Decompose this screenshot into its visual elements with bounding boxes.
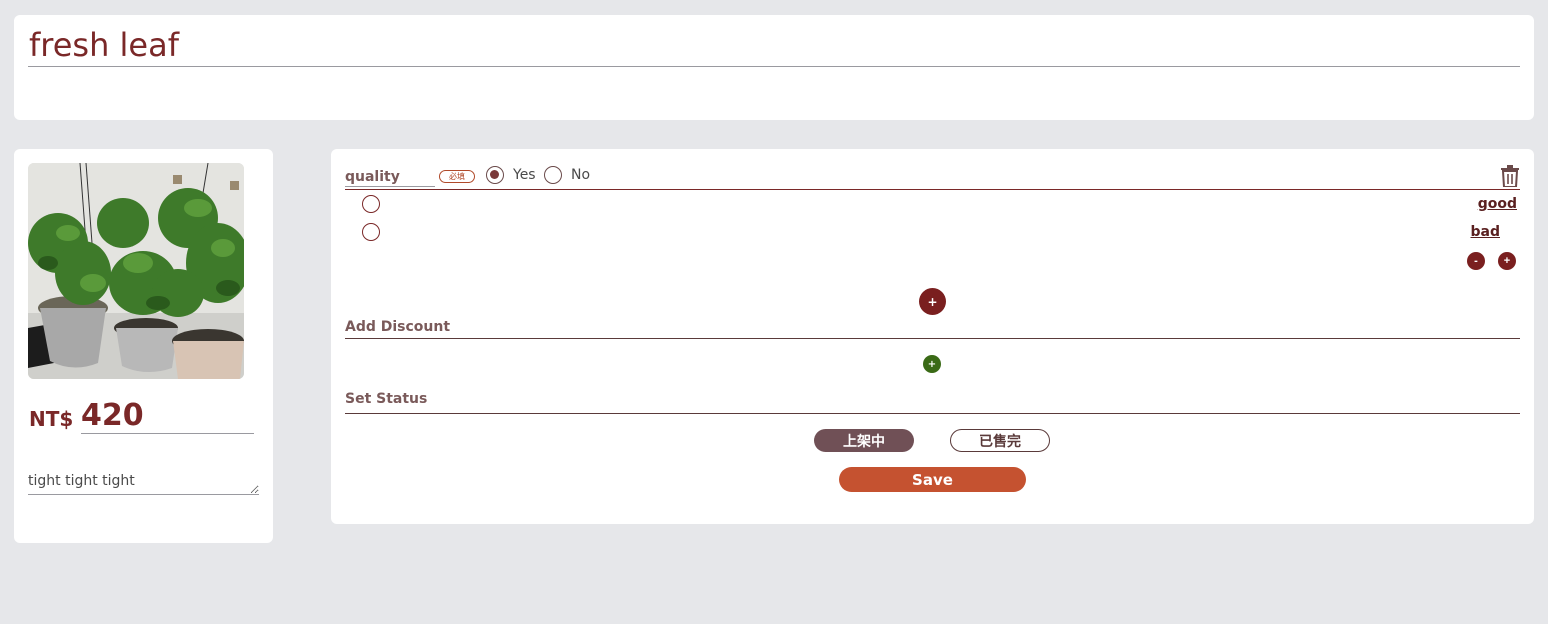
product-title-input[interactable] [28,27,1520,67]
option-item-label[interactable]: bad [1471,224,1501,240]
price-input[interactable] [81,397,254,434]
product-note-textarea[interactable]: tight tight tight [28,473,259,495]
status-sold-out-button[interactable]: 已售完 [950,429,1050,452]
add-option-item-button[interactable]: + [1498,252,1516,270]
option-group-header: 必填 Yes No [345,163,1520,190]
currency-label: NT$ [29,407,74,431]
add-option-group-button[interactable]: + [919,288,946,315]
option-item: bad [362,223,1517,243]
radio-unchecked-icon [544,166,562,184]
save-button[interactable]: Save [839,467,1026,492]
required-yes-label: Yes [513,167,536,183]
plant-photo-illustration [28,163,244,379]
option-item-label[interactable]: good [1478,196,1517,212]
option-item: good [362,195,1517,215]
required-yes-radio[interactable]: Yes [486,166,536,184]
add-discount-button[interactable]: + [923,355,941,373]
product-summary-card: NT$ tight tight tight [14,149,273,543]
required-no-label: No [571,167,591,183]
radio-checked-icon [486,166,504,184]
option-group-name-input[interactable] [345,167,435,187]
option-item-radio[interactable] [362,223,380,241]
required-badge: 必填 [439,170,475,183]
remove-option-item-button[interactable]: - [1467,252,1485,270]
status-section-heading: Set Status [345,391,1520,414]
required-no-radio[interactable]: No [544,166,590,184]
product-options-card: 必填 Yes No good bad - + + Add Discount [331,149,1534,524]
discount-section-heading: Add Discount [345,319,1520,339]
status-on-sale-button[interactable]: 上架中 [814,429,914,452]
option-item-radio[interactable] [362,195,380,213]
product-photo[interactable] [28,163,244,379]
title-card [14,15,1534,120]
trash-icon[interactable] [1500,165,1520,188]
